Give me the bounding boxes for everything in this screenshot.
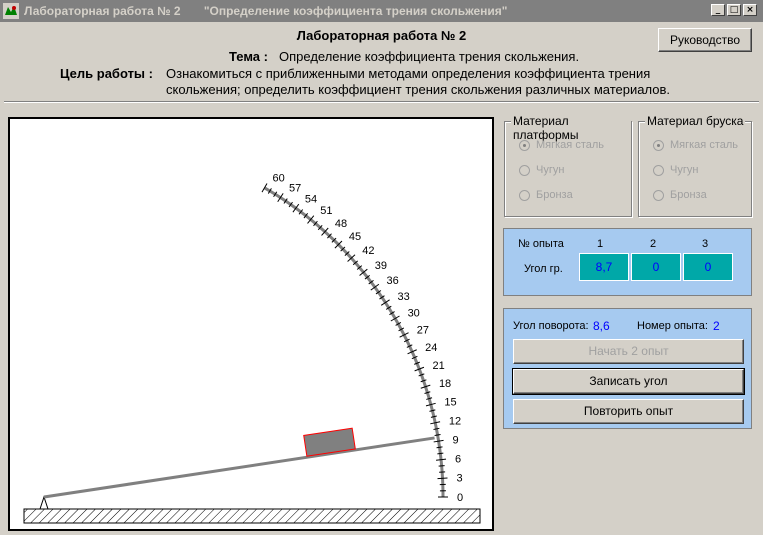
scale-label: 21 <box>432 360 444 372</box>
experiment-scene: 0 3 6 9 12 15 18 21 24 27 30 33 36 39 42 45 48 51 54 57 60 <box>8 117 494 531</box>
record-angle-button[interactable]: Записать угол <box>512 368 745 395</box>
scale-label: 9 <box>452 434 458 446</box>
scale-tick <box>434 433 441 437</box>
scale-label: 42 <box>362 245 374 257</box>
scale-label: 3 <box>456 473 462 485</box>
results-panel: № опыта 1 2 3 Угол гр. 8,7 0 0 <box>503 228 752 296</box>
scale-label: 24 <box>425 342 437 354</box>
experiment-number-value: 2 <box>713 319 720 333</box>
controls-panel: Угол поворота: 8,6 Номер опыта: 2 Начать… <box>503 308 752 429</box>
scale-tick <box>433 427 440 430</box>
scale-label: 30 <box>408 308 420 320</box>
scale-label: 12 <box>449 415 461 427</box>
maximize-icon[interactable]: □ <box>727 4 741 16</box>
scale-tick <box>437 477 448 480</box>
column-header-2: 2 <box>650 238 657 250</box>
radio-dot <box>519 165 530 176</box>
radio-dot <box>653 165 664 176</box>
scale-tick <box>436 446 443 449</box>
minimize-icon[interactable]: _ <box>711 4 725 16</box>
radio-dot <box>519 190 530 201</box>
angle-cell-2: 0 <box>631 253 681 281</box>
goal-text: Ознакомиться с приближенными методами оп… <box>166 66 670 97</box>
experiment-number-field-label: Номер опыта: <box>637 320 708 332</box>
scale-label: 39 <box>375 260 387 272</box>
header-divider <box>4 101 759 103</box>
scale-tick <box>437 452 444 455</box>
scale-label: 15 <box>444 396 456 408</box>
angle-cell-1: 8,7 <box>579 253 629 281</box>
topic-label: Тема : <box>229 49 268 64</box>
inclined-plane <box>43 436 435 499</box>
scale-tick <box>436 458 447 461</box>
manual-button[interactable]: Руководство <box>658 28 752 52</box>
scale-label: 45 <box>349 231 361 243</box>
experiment-number-label: № опыта <box>518 238 564 250</box>
angle-cell-3: 0 <box>683 253 733 281</box>
goal-label: Цель работы : <box>60 66 153 81</box>
scale-label: 0 <box>457 492 463 504</box>
app-icon <box>3 3 19 19</box>
scale-tick <box>438 465 445 467</box>
angle-row-label: Угол гр. <box>524 263 563 275</box>
scale-label: 48 <box>335 218 347 230</box>
scale-label: 51 <box>320 205 332 217</box>
scale-label: 36 <box>387 275 399 287</box>
column-header-3: 3 <box>702 238 709 250</box>
title-bar: Лабораторная работа № 2 "Определение коэ… <box>0 0 763 22</box>
page-title: Лабораторная работа № 2 <box>296 28 467 43</box>
scale-label: 6 <box>455 453 461 465</box>
scale-label: 57 <box>289 183 301 195</box>
bar-material-group: Материал бруска Мягкая сталь Чугун Бронз… <box>638 114 752 217</box>
window-title: Лабораторная работа № 2 "Определение коэ… <box>24 4 508 18</box>
start-experiment-button[interactable]: Начать 2 опыт <box>513 339 744 364</box>
rotation-angle-value: 8,6 <box>593 319 610 333</box>
topic-text: Определение коэффициента трения скольжен… <box>279 49 580 64</box>
scale-label: 54 <box>305 193 317 205</box>
platform-material-title: Материал платформы <box>511 114 631 142</box>
rotation-angle-label: Угол поворота: <box>513 320 589 332</box>
close-icon[interactable]: × <box>743 4 757 16</box>
repeat-experiment-button[interactable]: Повторить опыт <box>513 399 744 424</box>
platform-material-group: Материал платформы Мягкая сталь Чугун Бр… <box>504 114 632 217</box>
scale-label: 18 <box>439 378 451 390</box>
scene-canvas: 03691215182124273033363942454851545760 <box>23 172 481 524</box>
scale-label: 33 <box>397 291 409 303</box>
radio-dot <box>653 190 664 201</box>
scale-label: 60 <box>273 172 285 184</box>
scale-tick <box>430 415 437 418</box>
pivot-support <box>39 495 49 510</box>
scale-label: 27 <box>417 324 429 336</box>
radio-dot <box>653 140 664 151</box>
column-header-1: 1 <box>597 238 604 250</box>
ground-base <box>23 508 481 524</box>
bar-material-title: Материал бруска <box>645 114 746 128</box>
radio-dot <box>519 140 530 151</box>
scale-tick <box>429 409 436 412</box>
